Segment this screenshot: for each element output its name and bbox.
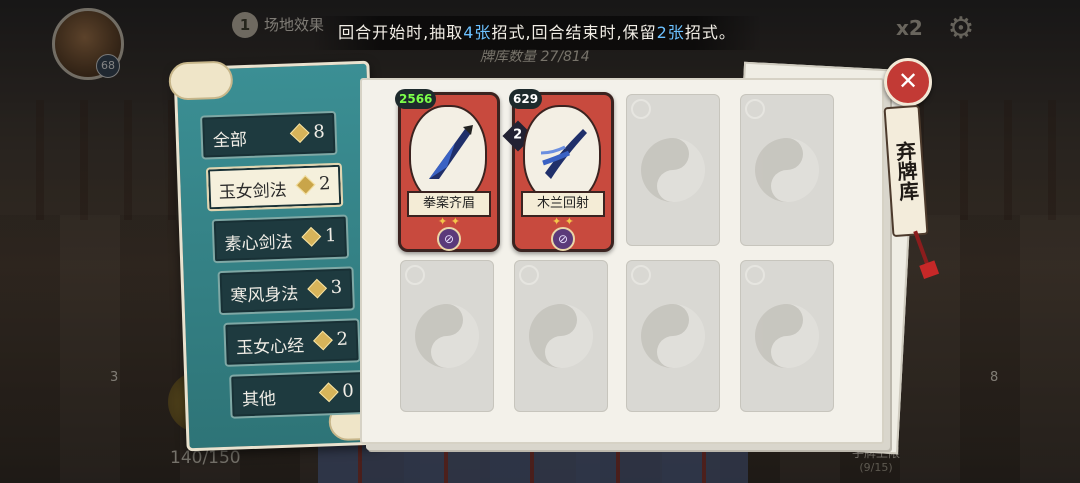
diamond-icon [289, 123, 310, 144]
empty-card-slot [626, 94, 720, 246]
card-art [409, 105, 487, 205]
banner-keep-count: 2张 [656, 23, 685, 42]
card-art [523, 105, 601, 205]
diamond-icon [313, 330, 333, 351]
category-label: 全部 [212, 130, 248, 152]
category-label: 其他 [241, 389, 277, 411]
empty-card-slot [740, 260, 834, 412]
category-all[interactable]: 全部 8 [200, 110, 338, 160]
skill-card[interactable]: 629 2 木兰回射 ✦ ✦ ⊘ [502, 89, 614, 252]
category-label: 玉女剑法 [218, 180, 288, 204]
category-count: 2 [318, 173, 331, 195]
card-name: 木兰回射 [521, 191, 605, 217]
empty-card-slot [400, 260, 494, 412]
dart-blade-icon [429, 125, 473, 179]
yin-yang-icon [755, 138, 819, 202]
discard-card-board: 2566 拳案齐眉 ✦ ✦ ⊘ 629 2 木兰回射 ✦ ✦ ⊘ [360, 78, 884, 444]
banner-text-1: 回合开始时,抽取 [338, 23, 464, 42]
category-count: 2 [336, 328, 349, 351]
yin-yang-icon [529, 304, 593, 368]
category-yunv-heart[interactable]: 玉女心经 2 [223, 318, 361, 367]
category-count: 1 [324, 224, 337, 247]
category-yunv-sword[interactable]: 玉女剑法 2 [205, 162, 344, 212]
diamond-icon [295, 175, 316, 195]
empty-card-slot [514, 260, 608, 412]
close-icon[interactable]: ✕ [884, 58, 932, 106]
category-count: 8 [312, 121, 326, 143]
card-name: 拳案齐眉 [407, 191, 491, 217]
cloud-ornament-top [168, 60, 234, 101]
skill-card[interactable]: 2566 拳案齐眉 ✦ ✦ ⊘ [395, 89, 500, 252]
category-other[interactable]: 其他 0 [229, 370, 367, 419]
yin-yang-icon [415, 304, 479, 368]
draw-rule-banner: 回合开始时,抽取4张招式,回合结束时,保留2张招式。 [312, 16, 762, 50]
sword-type-icon: ⊘ [437, 227, 461, 251]
card-level-value: 2 [513, 127, 523, 143]
category-hanfeng-movement[interactable]: 寒风身法 3 [217, 266, 355, 316]
sword-type-icon: ⊘ [551, 227, 575, 251]
empty-card-slot [740, 94, 834, 246]
empty-card-slot [626, 260, 720, 412]
category-label: 寒风身法 [230, 284, 299, 307]
yin-yang-icon [641, 138, 705, 202]
banner-text-2: 招式,回合结束时,保留 [491, 23, 657, 42]
diamond-icon [307, 278, 328, 299]
category-count: 3 [330, 276, 343, 299]
yin-yang-icon [641, 304, 705, 368]
category-label: 素心剑法 [224, 232, 293, 255]
category-suxin-sword[interactable]: 素心剑法 1 [211, 214, 350, 264]
diamond-icon [318, 382, 339, 403]
yin-yang-icon [755, 304, 819, 368]
category-panel: 全部 8 玉女剑法 2 素心剑法 1 寒风身法 3 玉女心经 2 其他 0 [168, 60, 394, 452]
category-count: 0 [341, 380, 355, 402]
card-power: 2566 [395, 89, 437, 109]
card-power: 629 [509, 89, 543, 109]
banner-draw-count: 4张 [463, 23, 492, 42]
sword-strike-icon [540, 129, 587, 179]
diamond-icon [301, 226, 322, 247]
category-label: 玉女心经 [235, 336, 305, 359]
banner-text-3: 招式。 [684, 23, 736, 42]
